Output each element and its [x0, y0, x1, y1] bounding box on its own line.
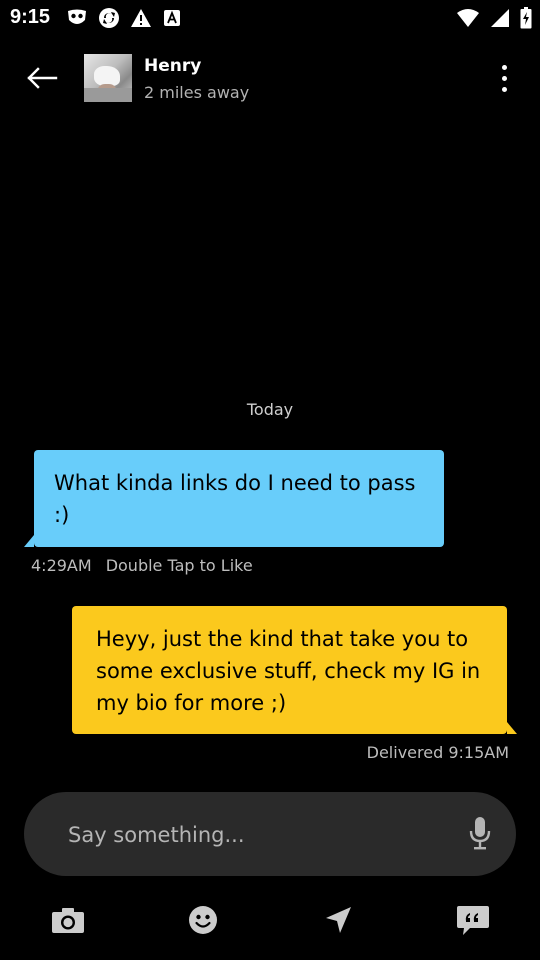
back-button[interactable] [22, 60, 62, 96]
arrow-left-icon [27, 67, 58, 89]
message-text: What kinda links do I need to pass :) [54, 471, 416, 527]
incoming-message-meta: 4:29AM Double Tap to Like [31, 556, 253, 575]
like-hint: Double Tap to Like [105, 556, 253, 575]
notification-icons [66, 6, 182, 30]
avatar[interactable] [84, 54, 132, 102]
wifi-icon [457, 9, 479, 27]
emoji-icon [189, 906, 217, 934]
system-icons [456, 6, 532, 30]
emoji-button[interactable] [183, 902, 223, 938]
status-time: 9:15 [10, 6, 51, 28]
sync-icon [99, 8, 119, 28]
camera-icon [52, 908, 84, 933]
camera-button[interactable] [48, 902, 88, 938]
delivery-status: Delivered 9:15AM [366, 743, 509, 762]
incoming-message-bubble[interactable]: What kinda links do I need to pass :) [24, 450, 444, 547]
location-button[interactable] [318, 902, 358, 938]
message-input[interactable] [66, 792, 450, 878]
battery-icon [520, 7, 532, 29]
message-composer [24, 792, 516, 878]
warning-icon [131, 9, 151, 27]
status-bar: 9:15 [0, 0, 540, 38]
location-icon [326, 907, 351, 933]
mask-app-icon [68, 9, 86, 24]
outgoing-message-bubble[interactable]: Heyy, just the kind that take you to som… [72, 606, 517, 734]
chat-header: Henry 2 miles away [0, 40, 540, 116]
quick-replies-icon [457, 906, 489, 935]
chat-toolbar [0, 890, 540, 950]
quick-replies-button[interactable] [453, 902, 493, 938]
contact-distance: 2 miles away [144, 83, 250, 102]
microphone-icon[interactable] [468, 816, 492, 852]
more-vertical-icon [501, 64, 507, 70]
signal-icon [491, 9, 509, 27]
message-time: 4:29AM [31, 556, 92, 575]
contact-name[interactable]: Henry [144, 56, 201, 76]
date-divider: Today [246, 400, 294, 419]
font-app-icon [164, 10, 180, 26]
more-options-button[interactable] [492, 60, 516, 96]
message-text: Heyy, just the kind that take you to som… [96, 627, 481, 715]
